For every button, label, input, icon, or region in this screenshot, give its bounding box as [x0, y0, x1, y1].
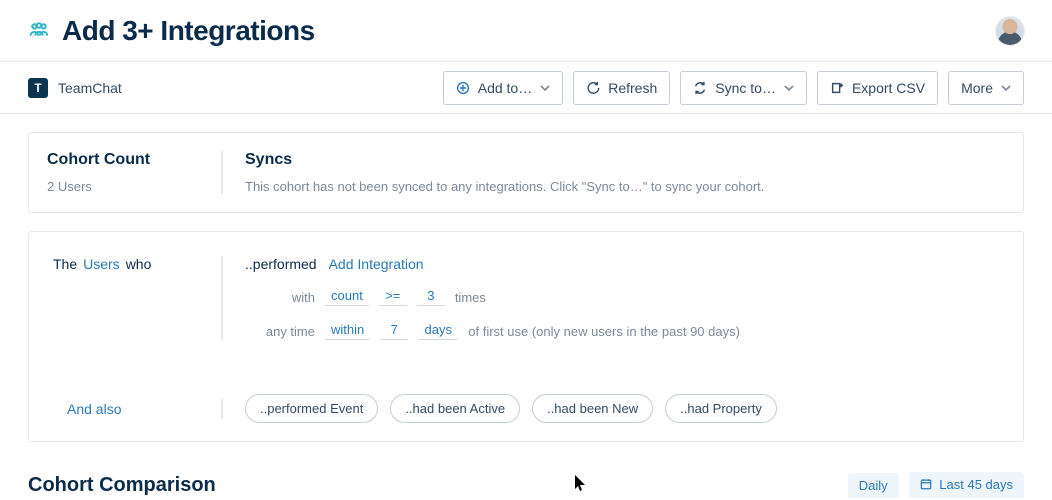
with-label: with: [245, 290, 315, 305]
subject-selector[interactable]: Users: [83, 256, 120, 272]
chevron-down-icon: [540, 83, 550, 93]
threshold-field[interactable]: 3: [417, 288, 445, 306]
project-selector[interactable]: T TeamChat: [28, 78, 122, 98]
page-title: Add 3+ Integrations: [62, 15, 315, 47]
choice-had-been-new[interactable]: ..had been New: [532, 394, 653, 423]
choice-had-property[interactable]: ..had Property: [665, 394, 777, 423]
date-range-label: Last 45 days: [939, 477, 1013, 492]
plus-circle-icon: [456, 81, 470, 95]
more-label: More: [961, 80, 993, 96]
sync-to-button[interactable]: Sync to…: [680, 71, 807, 105]
period-unit-field[interactable]: days: [418, 322, 458, 340]
period-value-field[interactable]: 7: [380, 322, 408, 340]
project-name: TeamChat: [58, 80, 122, 96]
users-icon: [28, 20, 50, 42]
more-button[interactable]: More: [948, 71, 1024, 105]
granularity-button[interactable]: Daily: [848, 473, 899, 498]
chevron-down-icon: [784, 83, 794, 93]
times-label: times: [455, 290, 486, 305]
sync-icon: [693, 81, 707, 95]
anytime-label: any time: [245, 324, 315, 339]
refresh-button[interactable]: Refresh: [573, 71, 670, 105]
info-panel: Cohort Count 2 Users Syncs This cohort h…: [28, 132, 1024, 213]
syncs-text: This cohort has not been synced to any i…: [245, 179, 1009, 194]
performed-label: ..performed: [245, 256, 317, 272]
export-icon: [830, 81, 844, 95]
refresh-label: Refresh: [608, 80, 657, 96]
syncs-title: Syncs: [245, 151, 1009, 169]
add-to-button[interactable]: Add to…: [443, 71, 563, 105]
export-csv-button[interactable]: Export CSV: [817, 71, 938, 105]
event-selector[interactable]: Add Integration: [329, 256, 424, 272]
within-field[interactable]: within: [325, 322, 370, 340]
add-to-label: Add to…: [478, 80, 532, 96]
chevron-down-icon: [1001, 83, 1011, 93]
choice-had-been-active[interactable]: ..had been Active: [390, 394, 520, 423]
cohort-count-title: Cohort Count: [47, 151, 221, 169]
avatar[interactable]: [996, 17, 1024, 45]
project-icon: T: [28, 78, 48, 98]
export-csv-label: Export CSV: [852, 80, 925, 96]
separator: [221, 399, 223, 419]
operator-field[interactable]: >=: [379, 288, 407, 306]
count-metric[interactable]: count: [325, 288, 369, 306]
and-also-link[interactable]: And also: [67, 401, 121, 417]
calendar-icon: [920, 478, 932, 493]
date-range-button[interactable]: Last 45 days: [909, 472, 1024, 498]
definition-panel: The Users who ..performed Add Integratio…: [28, 231, 1024, 442]
def-who: who: [126, 256, 152, 272]
sync-to-label: Sync to…: [715, 80, 776, 96]
choice-performed-event[interactable]: ..performed Event: [245, 394, 378, 423]
comparison-title: Cohort Comparison: [28, 474, 216, 497]
def-the: The: [53, 256, 77, 272]
refresh-icon: [586, 81, 600, 95]
first-use-note: of first use (only new users in the past…: [468, 324, 740, 339]
cohort-count-value: 2 Users: [47, 179, 221, 194]
